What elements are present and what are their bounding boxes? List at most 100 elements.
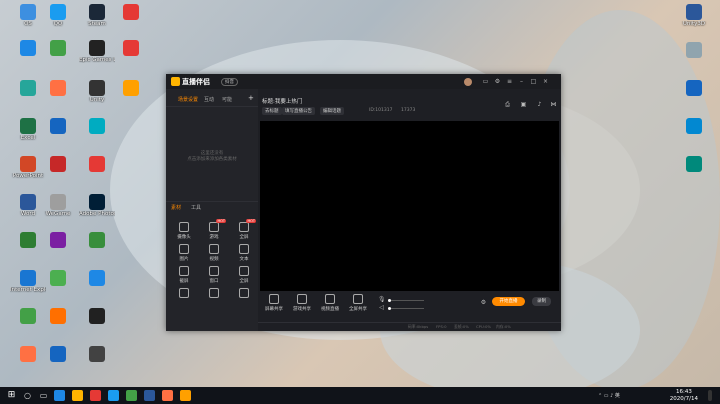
empty-scene-hint: 这里还没有 点击添加来添加各类素材	[166, 151, 258, 163]
desktop-icon[interactable]: QQ	[40, 4, 76, 27]
desktop-icon[interactable]	[40, 118, 76, 135]
clock[interactable]: 16:43 2020/7/14	[670, 389, 698, 403]
desktop-icon[interactable]	[79, 232, 115, 249]
app-icon	[50, 118, 66, 134]
desktop-icon-label: Epic Games Launcher	[79, 57, 115, 63]
title-bar[interactable]: 直播伴侣 抖音 ▭ ⚙ ≡ – □ ×	[166, 74, 561, 89]
desktop-icon[interactable]	[79, 308, 115, 325]
video-preview[interactable]	[260, 121, 559, 291]
desktop-icon[interactable]: Unity	[79, 80, 115, 103]
taskbar-app-icon[interactable]	[90, 390, 101, 401]
game-share-label: 游戏共享	[293, 307, 311, 312]
mic-volume-slider[interactable]	[388, 299, 424, 302]
record-button[interactable]: 录制	[532, 297, 551, 306]
chip-topic[interactable]: 编辑话题	[320, 107, 344, 115]
desktop-icon[interactable]	[113, 4, 149, 21]
tool-button[interactable]: 图片	[170, 244, 198, 262]
maximize-icon[interactable]: □	[530, 78, 537, 85]
desktop-icon-label: Unity	[89, 97, 105, 103]
close-icon[interactable]: ×	[542, 78, 549, 85]
desktop-icon[interactable]: Adobe Photosho...	[79, 194, 115, 217]
screen-share-label: 屏幕共享	[265, 307, 283, 312]
desktop-icon[interactable]	[40, 156, 76, 173]
version-badge[interactable]: 抖音	[221, 78, 238, 86]
tool-button[interactable]	[170, 288, 198, 300]
desktop-icon[interactable]	[40, 40, 76, 57]
tool-button[interactable]	[200, 288, 228, 300]
desktop-icon[interactable]	[113, 80, 149, 97]
tool-button[interactable]: 全屏 HOT	[230, 219, 258, 240]
add-scene-icon[interactable]: +	[248, 94, 254, 102]
room-title[interactable]: 标题:我要上热门	[262, 97, 302, 105]
taskbar-app-icon[interactable]	[180, 390, 191, 401]
taskbar-app-icon[interactable]	[54, 390, 65, 401]
show-desktop-button[interactable]	[708, 390, 712, 401]
desktop-icon[interactable]: WeGame	[40, 194, 76, 217]
desktop-icon[interactable]	[40, 80, 76, 97]
game-share-button[interactable]: 游戏共享	[290, 294, 314, 312]
tool-icon	[239, 222, 249, 232]
search-icon[interactable]: ○	[22, 390, 33, 401]
mic-icon[interactable]: 🎙	[378, 296, 386, 303]
desktop-icon[interactable]: Steam	[79, 4, 115, 27]
speaker-volume-slider[interactable]	[388, 307, 424, 310]
desktop-icon[interactable]	[79, 270, 115, 287]
tab-scene[interactable]: 场景设置	[178, 96, 198, 103]
taskbar-app-icon[interactable]	[144, 390, 155, 401]
desktop-icon[interactable]	[40, 308, 76, 325]
minimize-icon[interactable]: –	[518, 78, 525, 85]
settings-icon[interactable]: ⚙	[494, 78, 501, 85]
tool-button[interactable]: 视频	[200, 244, 228, 262]
video-live-button[interactable]: 视频直播	[318, 294, 342, 312]
tool-button[interactable]: 游戏 HOT	[200, 219, 228, 240]
live-companion-window: 直播伴侣 抖音 ▭ ⚙ ≡ – □ × 场景设置 互动 可能 + 这里还没有 点…	[166, 74, 561, 331]
desktop-icon[interactable]	[676, 42, 712, 59]
start-live-button[interactable]: 开始直播	[492, 297, 525, 306]
avatar[interactable]	[464, 78, 472, 86]
desktop-icon[interactable]	[40, 270, 76, 287]
fullscreen-share-button[interactable]: 全屏共享	[346, 294, 370, 312]
menu-icon[interactable]: ≡	[506, 78, 513, 85]
desktop-icon-label: Unity3D	[682, 21, 706, 27]
layout-icon[interactable]: ▣	[520, 101, 527, 108]
desktop-icon-label: QQ	[53, 21, 63, 27]
tab-other[interactable]: 可能	[222, 96, 232, 103]
desktop-icon[interactable]	[40, 346, 76, 363]
desktop-icon[interactable]	[79, 156, 115, 173]
chip-announcement[interactable]: 填写直播公告	[282, 107, 315, 115]
live-settings-icon[interactable]: ⚙	[480, 299, 487, 306]
desktop-icon[interactable]	[113, 40, 149, 57]
start-windows-icon[interactable]: ⊞	[6, 390, 17, 401]
more-share-icon[interactable]: ⋈	[550, 101, 557, 108]
screen-share-button[interactable]: 屏幕共享	[262, 294, 286, 312]
tool-button[interactable]: 全屏	[230, 266, 258, 284]
desktop-icon[interactable]	[79, 118, 115, 135]
tool-button[interactable]	[230, 288, 258, 300]
taskbar-app-icon[interactable]	[162, 390, 173, 401]
share-icon[interactable]: ⎙	[504, 101, 511, 108]
tool-button[interactable]: 摄像头	[170, 222, 198, 240]
monitor-icon[interactable]: ▭	[482, 78, 489, 85]
desktop-icon[interactable]	[676, 80, 712, 97]
desktop-icon[interactable]: Epic Games Launcher	[79, 40, 115, 63]
desktop-icon[interactable]: Unity3D	[676, 4, 712, 27]
desktop-icon[interactable]	[40, 232, 76, 249]
bell-icon[interactable]: ♪	[536, 101, 543, 108]
app-icon	[20, 232, 36, 248]
tab-interact[interactable]: 互动	[204, 96, 214, 103]
tool-button[interactable]: 窗口	[200, 266, 228, 284]
desktop-icon[interactable]	[676, 118, 712, 135]
desktop-icon[interactable]	[676, 156, 712, 173]
taskbar-app-icon[interactable]	[108, 390, 119, 401]
chip-title[interactable]: 去标题	[262, 107, 282, 115]
taskbar-app-icon[interactable]	[72, 390, 83, 401]
desktop-icon[interactable]	[79, 346, 115, 363]
tray-icons[interactable]: ⌃ ▭ ♪ 英	[598, 392, 620, 399]
tool-button[interactable]: 截屏	[170, 266, 198, 284]
tool-button[interactable]: 文本	[230, 244, 258, 262]
app-icon	[89, 40, 105, 56]
tool-label: 文本	[239, 257, 249, 262]
task-view-icon[interactable]: ▭	[38, 390, 49, 401]
speaker-icon[interactable]: ◁	[378, 304, 385, 311]
taskbar-app-icon[interactable]	[126, 390, 137, 401]
